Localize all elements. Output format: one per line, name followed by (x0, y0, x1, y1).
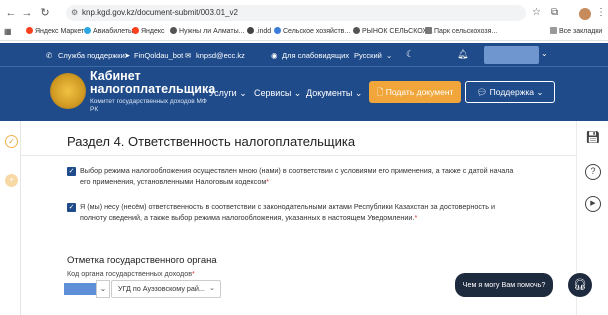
chevron-down-icon: ⌄ (386, 51, 393, 60)
extensions-icon[interactable]: ⧉ (551, 7, 558, 18)
document-icon: 🗋︎ (376, 87, 384, 97)
accessibility-link[interactable]: Для слабовидящих (282, 51, 349, 60)
org-section-title: Отметка государственного органа (67, 255, 217, 266)
chat-bubble-icon: 💬︎ (476, 87, 488, 97)
support-link[interactable]: Служба поддержки (58, 51, 125, 60)
telegram-icon: ➤ (124, 51, 131, 60)
bookmark-item[interactable]: Все закладки (550, 27, 602, 36)
brand-subtitle: Комитет государственных доходов МФ РК (90, 98, 207, 113)
mail-icon: ✉ (185, 51, 192, 60)
site-info-icon[interactable]: ⚙ (71, 5, 78, 21)
theme-moon-icon[interactable]: ☾ (406, 49, 414, 60)
bookmark-item[interactable]: Яндекс Маркет (26, 27, 84, 36)
brand-title-line2: налогоплательщика (90, 82, 216, 96)
back-icon[interactable]: ← (4, 6, 18, 20)
bookmark-item[interactable]: Сельское хозяйств... (274, 27, 350, 36)
checkbox-responsibility[interactable]: ✓ (67, 203, 76, 212)
menu-services[interactable]: Услуги ⌄ (209, 88, 247, 99)
bot-link[interactable]: FinQoldau_bot (134, 51, 183, 60)
apps-grid-icon[interactable]: ▦ (4, 27, 12, 36)
chat-prompt[interactable]: Чем я могу Вам помочь? (455, 273, 553, 297)
bookmark-item[interactable]: РЫНОК СЕЛЬСКОХ... (353, 27, 433, 36)
notification-bell-icon[interactable]: 🔔︎ (457, 49, 468, 60)
chevron-down-icon[interactable]: ⌄ (541, 49, 548, 58)
bookmark-item[interactable]: Яндекс (132, 27, 165, 36)
org-code-dropdown[interactable]: ⌄ (96, 280, 110, 298)
forward-icon[interactable]: → (20, 6, 34, 20)
divider (21, 155, 576, 156)
support-phone-icon: ✆ (46, 51, 53, 60)
url-text: knp.kgd.gov.kz/document-submit/003.01_v2 (82, 8, 238, 17)
step-current-icon[interactable]: + (5, 174, 18, 187)
checkbox-responsibility-text: Я (мы) несу (несём) ответственность в со… (80, 202, 496, 222)
bookmark-item[interactable]: Парк сельскохозя... (425, 27, 497, 36)
eye-icon: ◉ (271, 51, 278, 60)
org-code-label: Код органа государственных доходов* (67, 269, 195, 278)
section-title: Раздел 4. Ответственность налогоплательщ… (67, 134, 356, 149)
checkbox-regime-choice[interactable]: ✓ (67, 167, 76, 176)
address-bar[interactable]: ⚙ knp.kgd.gov.kz/document-submit/003.01_… (66, 5, 526, 21)
user-name-box[interactable] (484, 46, 539, 64)
support-button[interactable]: 💬︎ Поддержка ⌄ (465, 81, 555, 103)
language-select[interactable]: Русский (354, 51, 382, 60)
menu-dots-icon[interactable]: ⋮ (596, 7, 606, 18)
submit-document-button[interactable]: 🗋︎ Подать документ (369, 81, 461, 103)
play-icon[interactable]: ▶ (585, 196, 601, 212)
bookmark-star-icon[interactable]: ☆ (532, 7, 541, 18)
bookmark-item[interactable]: Нужны ли Алматы... (170, 27, 244, 36)
header-top-strip: ✆ Служба поддержки ➤ FinQoldau_bot ✉ knp… (0, 43, 608, 67)
menu-documents[interactable]: Документы ⌄ (306, 88, 362, 99)
browser-chrome: ← → ↻ ⚙ knp.kgd.gov.kz/document-submit/0… (0, 0, 608, 41)
save-icon[interactable]: 💾︎ (585, 129, 601, 145)
checkbox-regime-text: Выбор режима налогообложения осуществлен… (80, 166, 514, 186)
menu-e-services[interactable]: Сервисы ⌄ (254, 88, 301, 99)
headset-icon[interactable]: 🎧︎ (568, 273, 592, 297)
org-select[interactable]: УГД по Ауэзовскому рай... ⌄ (111, 280, 221, 298)
profile-avatar[interactable] (579, 8, 591, 20)
site-header: ✆ Служба поддержки ➤ FinQoldau_bot ✉ knp… (0, 43, 608, 121)
chevron-down-icon: ⌄ (209, 285, 215, 292)
help-icon[interactable]: ? (585, 164, 601, 180)
bookmarks-bar: ▦ Яндекс Маркет Авиабилеты Яндекс Нужны … (0, 24, 608, 39)
steps-rail: ✓ + (0, 121, 21, 315)
address-row: ← → ↻ ⚙ knp.kgd.gov.kz/document-submit/0… (0, 4, 608, 22)
step-completed-icon[interactable]: ✓ (5, 135, 18, 148)
bookmark-item[interactable]: Авиабилеты (84, 27, 133, 36)
reload-icon[interactable]: ↻ (38, 6, 52, 20)
bookmark-item[interactable]: .indd (247, 27, 271, 36)
org-code-field[interactable] (64, 283, 96, 295)
email-link[interactable]: knpsd@ecc.kz (196, 51, 245, 60)
kgd-logo[interactable] (50, 73, 86, 109)
